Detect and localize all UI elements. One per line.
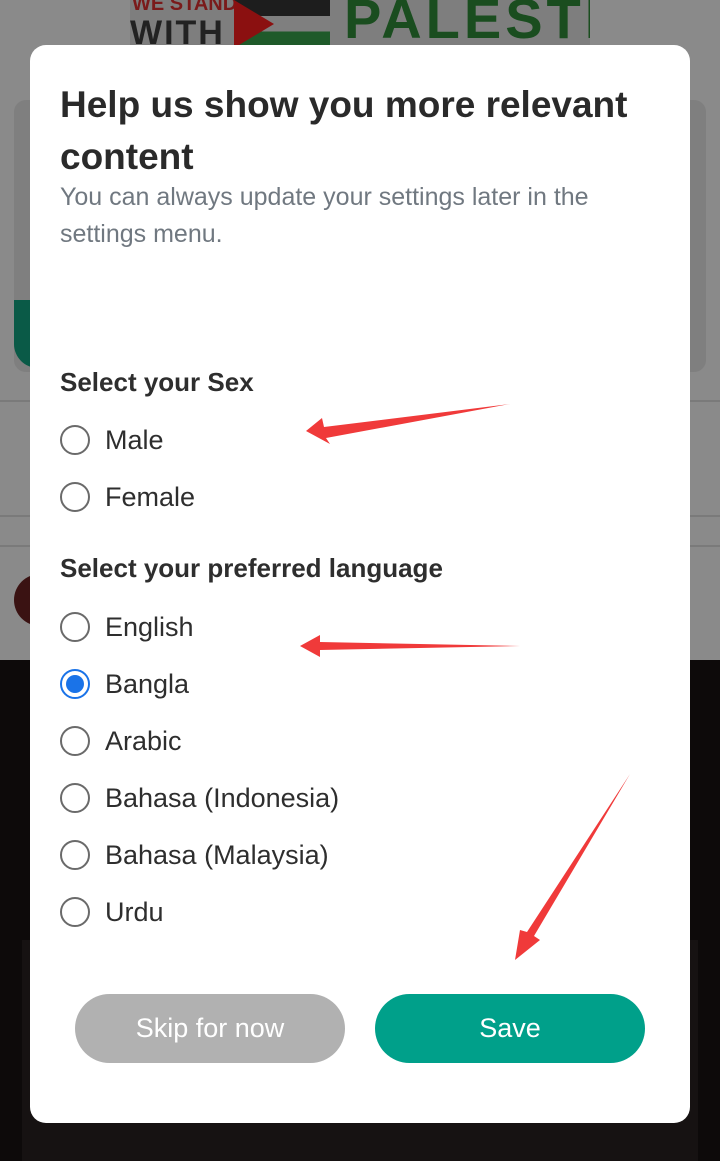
banner-text-country: PALESTINE [344, 0, 590, 48]
radio-button[interactable] [60, 897, 90, 927]
modal-subtitle: You can always update your settings late… [60, 183, 589, 248]
radio-option-female[interactable]: Female [60, 477, 195, 517]
language-section-label: Select your preferred language [60, 553, 443, 583]
radio-option-bahasa-malaysia[interactable]: Bahasa (Malaysia) [60, 835, 329, 875]
radio-label: Female [105, 481, 196, 512]
banner-text-top: WE STAND [132, 0, 238, 15]
skip-button[interactable]: Skip for now [75, 994, 345, 1063]
save-button[interactable]: Save [375, 994, 645, 1063]
preferences-modal: Help us show you more relevant content Y… [30, 45, 690, 1123]
radio-button[interactable] [60, 425, 90, 455]
sex-section-label: Select your Sex [60, 367, 254, 397]
radio-option-bangla[interactable]: Bangla [60, 664, 189, 704]
radio-button[interactable] [60, 612, 90, 642]
radio-option-bahasa-indonesia[interactable]: Bahasa (Indonesia) [60, 778, 339, 818]
radio-label: Urdu [105, 896, 164, 927]
radio-label: Bahasa (Malaysia) [105, 839, 329, 870]
radio-option-urdu[interactable]: Urdu [60, 892, 164, 932]
radio-button[interactable] [60, 783, 90, 813]
background-banner: WE STAND WITH PALESTINE [130, 0, 590, 48]
radio-option-male[interactable]: Male [60, 420, 164, 460]
radio-button[interactable] [60, 840, 90, 870]
modal-title: Help us show you more relevant content [60, 84, 628, 177]
flag-image [234, 0, 330, 48]
radio-label: Arabic [105, 725, 182, 756]
radio-option-english[interactable]: English [60, 607, 194, 647]
radio-button-selected[interactable] [60, 669, 90, 699]
radio-button[interactable] [60, 482, 90, 512]
radio-label: Male [105, 424, 164, 455]
radio-label: Bahasa (Indonesia) [105, 782, 340, 813]
banner-text-with: WITH [130, 14, 225, 48]
radio-option-arabic[interactable]: Arabic [60, 721, 182, 761]
radio-label: English [105, 611, 194, 642]
radio-label: Bangla [105, 668, 190, 699]
radio-button[interactable] [60, 726, 90, 756]
